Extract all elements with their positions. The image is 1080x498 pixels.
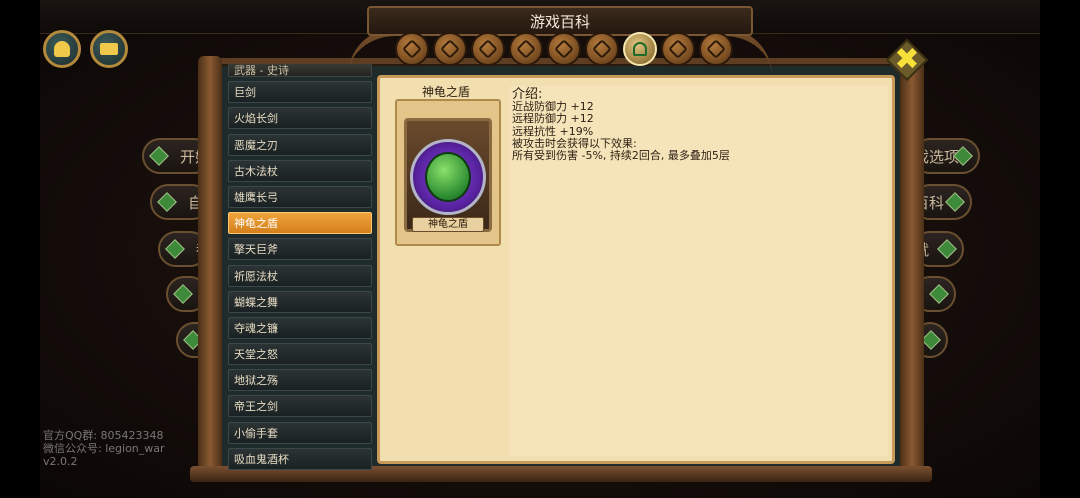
item-description: 介绍: 近战防御力 +12 远程防御力 +12 远程抗性 +19% 被攻击时会获…: [512, 88, 882, 162]
item-card-label: 神龟之盾: [412, 217, 484, 232]
tab-helmet[interactable]: [395, 32, 429, 66]
list-item[interactable]: 吸血鬼酒杯: [228, 447, 372, 470]
tab-castle[interactable]: [661, 32, 695, 66]
gem-icon: [149, 146, 169, 166]
tab-sword[interactable]: [433, 32, 467, 66]
gem-icon: [165, 239, 185, 259]
close-icon: ✖: [894, 42, 920, 77]
wechat-text: 微信公众号: legion_war: [43, 442, 165, 455]
tab-book[interactable]: [585, 32, 619, 66]
list-item[interactable]: 蝴蝶之舞: [228, 290, 372, 313]
list-item[interactable]: 地狱之殇: [228, 369, 372, 392]
weapon-shield-icon: [633, 42, 647, 56]
version-text: v2.0.2: [43, 455, 78, 468]
chest-icon: [516, 39, 536, 59]
profile-button[interactable]: [43, 30, 81, 68]
list-item-selected[interactable]: 神龟之盾: [228, 212, 372, 235]
tab-swirl[interactable]: [547, 32, 581, 66]
gem-icon: [929, 284, 949, 304]
shop-button[interactable]: [90, 30, 128, 68]
list-item[interactable]: 雄鹰长弓: [228, 185, 372, 208]
helmet-icon: [402, 39, 422, 59]
hammer-icon: [706, 39, 726, 59]
book-icon: [592, 39, 612, 59]
tab-horse[interactable]: [471, 32, 505, 66]
list-item[interactable]: 小偷手套: [228, 421, 372, 444]
list-category-header: 武器 - 史诗: [228, 64, 372, 77]
gem-icon: [157, 192, 177, 212]
list-item[interactable]: 祈愿法杖: [228, 264, 372, 287]
item-name: 神龟之盾: [421, 85, 470, 99]
gem-icon: [937, 239, 957, 259]
item-list[interactable]: 武器 - 史诗 巨剑 火焰长剑 恶魔之刃 古木法杖 雄鹰长弓 神龟之盾 擎天巨斧…: [228, 64, 372, 470]
list-item[interactable]: 恶魔之刃: [228, 133, 372, 156]
list-item[interactable]: 古木法杖: [228, 159, 372, 182]
sword-icon: [440, 39, 460, 59]
effect-line: 所有受到伤害 -5%, 持续2回合, 最多叠加5层: [512, 149, 730, 163]
turtle-shell-icon: [425, 152, 471, 202]
frame-left-post: [198, 56, 222, 480]
frame-right-post: [900, 56, 924, 480]
tab-chest[interactable]: [509, 32, 543, 66]
swirl-icon: [554, 39, 574, 59]
castle-icon: [668, 39, 688, 59]
tab-weapons[interactable]: [623, 32, 657, 66]
gem-icon: [945, 192, 965, 212]
category-tab-bar: [395, 32, 733, 66]
list-item[interactable]: 夺魂之镰: [228, 316, 372, 339]
list-item[interactable]: 帝王之剑: [228, 395, 372, 418]
list-item[interactable]: 天堂之怒: [228, 343, 372, 366]
list-item[interactable]: 巨剑: [228, 81, 372, 104]
tab-hammer[interactable]: [699, 32, 733, 66]
shop-icon: [100, 43, 118, 55]
window-title: 游戏百科: [529, 12, 590, 31]
profile-icon: [54, 41, 70, 57]
stat-line: 远程防御力 +12: [512, 112, 594, 126]
gem-icon: [921, 330, 941, 350]
list-item[interactable]: 火焰长剑: [228, 107, 372, 130]
horse-icon: [478, 39, 498, 59]
list-item[interactable]: 擎天巨斧: [228, 238, 372, 261]
close-button[interactable]: ✖: [885, 38, 929, 82]
gem-icon: [173, 284, 193, 304]
